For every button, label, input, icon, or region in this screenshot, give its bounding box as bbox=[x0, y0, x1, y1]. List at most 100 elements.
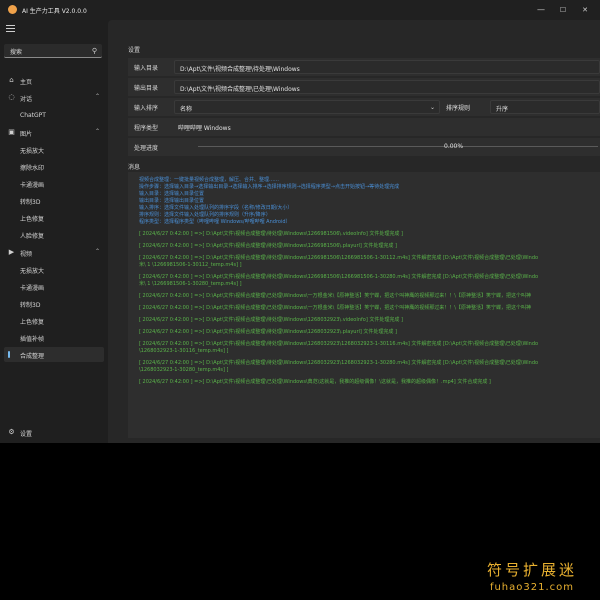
sidebar-item-label: 上色修复 bbox=[20, 216, 45, 223]
sidebar-item-4[interactable]: 无损放大 bbox=[4, 142, 104, 157]
home-icon: ⌂ bbox=[9, 76, 14, 84]
title-bar: AI 生产力工具 V2.0.0.0 — ☐ ✕ bbox=[0, 0, 600, 20]
watermark: 符号扩展迷 fuhao321.com bbox=[466, 559, 598, 593]
messages-section-title: 消息 bbox=[128, 164, 141, 171]
sidebar-item-8[interactable]: 上色修复 bbox=[4, 210, 104, 225]
input-dir-value: D:\Apt\文件\视频合成整理\待处理\Windows bbox=[180, 66, 300, 73]
sidebar-item-6[interactable]: 卡通漫画 bbox=[4, 176, 104, 191]
sidebar-item-1[interactable]: ◌ 对话 ⌃ bbox=[4, 90, 104, 105]
log-line: [ 2024/6/27 0:42:00 ] =>[ D:\Apt\文件\视频合成… bbox=[139, 360, 539, 366]
sidebar-item-3[interactable]: ▣ 图片 ⌃ bbox=[4, 125, 104, 140]
program-type-row: 程序类型 哔哩哔哩 Windows bbox=[128, 118, 600, 136]
sidebar-item-13[interactable]: 转制3D bbox=[4, 296, 104, 311]
sidebar-item-label: 无损放大 bbox=[20, 148, 45, 155]
sidebar-item-label: 图片 bbox=[20, 131, 33, 138]
log-line: [ 2024/6/27 0:42:00 ] =>[ D:\Apt\文件\视频合成… bbox=[139, 379, 491, 385]
input-dir-field[interactable]: D:\Apt\文件\视频合成整理\待处理\Windows bbox=[174, 60, 600, 74]
log-line: 米\ 1 \1266981506-1-30112_temp.m4s] ] bbox=[139, 262, 242, 268]
sidebar-item-settings[interactable]: ⚙ 设置 bbox=[4, 425, 104, 440]
output-dir-row: 输出目录 D:\Apt\文件\视频合成整理\已处理\Windows bbox=[128, 78, 600, 96]
sidebar-item-5[interactable]: 擦除水印 bbox=[4, 159, 104, 174]
watermark-cn: 符号扩展迷 bbox=[486, 561, 577, 579]
log-line: [ 2024/6/27 0:42:00 ] =>[ D:\Apt\文件\视频合成… bbox=[139, 341, 539, 347]
input-dir-label: 输入目录 bbox=[134, 65, 159, 72]
log-line: 输入目录：选择输入目录位置 bbox=[139, 191, 205, 197]
log-line: [ 2024/6/27 0:42:00 ] =>[ D:\Apt\文件\视频合成… bbox=[139, 274, 539, 280]
sidebar-item-14[interactable]: 上色修复 bbox=[4, 313, 104, 328]
log-line: \1268032923-1-30116_temp.m4s] ] bbox=[139, 348, 229, 354]
log-line: [ 2024/6/27 0:42:00 ] =>[ D:\Apt\文件\视频合成… bbox=[139, 255, 539, 261]
sidebar-item-label: 转制3D bbox=[20, 199, 41, 206]
chevron-up-icon[interactable]: ⌃ bbox=[95, 248, 100, 255]
chat-icon: ◌ bbox=[8, 93, 15, 101]
input-dir-row: 输入目录 D:\Apt\文件\视频合成整理\待处理\Windows bbox=[128, 58, 600, 76]
sidebar-item-label: 擦除水印 bbox=[20, 165, 45, 172]
program-type-label: 程序类型 bbox=[134, 125, 159, 132]
sidebar-item-label: ChatGPT bbox=[20, 112, 46, 119]
sidebar-item-label: 主页 bbox=[20, 79, 33, 86]
sidebar-item-label: 对话 bbox=[20, 96, 33, 103]
sidebar-item-label: 设置 bbox=[20, 431, 33, 438]
sidebar-item-label: 插值补帧 bbox=[20, 336, 45, 343]
sidebar-item-16[interactable]: 合成整理 bbox=[4, 347, 104, 362]
sidebar: 搜索 ⚲ ⌂ 主页 ◌ 对话 ⌃ ChatGPT ▣ 图片 ⌃ 无损放大 擦除水印 卡通漫画 转制3D 上… bbox=[0, 20, 108, 443]
sidebar-item-label: 卡通漫画 bbox=[20, 182, 45, 189]
sidebar-item-label: 无损放大 bbox=[20, 268, 45, 275]
sort-dropdown[interactable]: 名称 ⌄ bbox=[174, 100, 440, 114]
log-line: \1268032923-1-30280_temp.m4s] ] bbox=[139, 367, 229, 373]
log-line: [ 2024/6/27 0:42:00 ] =>[ D:\Apt\文件\视频合成… bbox=[139, 231, 403, 237]
progress-row: 处理进度 0.00% bbox=[128, 138, 600, 156]
output-dir-label: 输出目录 bbox=[134, 85, 159, 92]
sidebar-item-label: 上色修复 bbox=[20, 319, 45, 326]
output-dir-field[interactable]: D:\Apt\文件\视频合成整理\已处理\Windows bbox=[174, 80, 600, 94]
chevron-down-icon: ⌄ bbox=[429, 104, 435, 111]
close-button[interactable]: ✕ bbox=[578, 4, 592, 16]
sidebar-item-15[interactable]: 插值补帧 bbox=[4, 330, 104, 345]
hamburger-menu-icon[interactable] bbox=[6, 25, 15, 33]
sidebar-item-label: 转制3D bbox=[20, 302, 41, 309]
log-line: [ 2024/6/27 0:42:00 ] =>[ D:\Apt\文件\视频合成… bbox=[139, 317, 403, 323]
sidebar-item-11[interactable]: 无损放大 bbox=[4, 262, 104, 277]
minimize-button[interactable]: — bbox=[534, 4, 548, 16]
search-icon[interactable]: ⚲ bbox=[92, 47, 97, 55]
log-line: 视频合成整理：一键批量视频合成整理，解压、合并、整理…… bbox=[139, 177, 280, 183]
sidebar-item-7[interactable]: 转制3D bbox=[4, 193, 104, 208]
program-type-value[interactable]: 哔哩哔哩 Windows bbox=[178, 123, 231, 132]
app-window: AI 生产力工具 V2.0.0.0 — ☐ ✕ 搜索 ⚲ ⌂ 主页 ◌ 对话 ⌃ Chat… bbox=[0, 0, 600, 443]
main-panel: 设置 输入目录 D:\Apt\文件\视频合成整理\待处理\Windows 输出目… bbox=[108, 20, 600, 443]
log-line: 排序规则：选择文件输入处理队列的排序规则（升序/降序） bbox=[139, 212, 271, 218]
progress-text: 0.00% bbox=[444, 143, 464, 150]
sort-rule-value: 升序 bbox=[496, 106, 509, 113]
sort-rule-label: 排序规则 bbox=[446, 105, 471, 112]
settings-section-title: 设置 bbox=[128, 47, 141, 54]
log-line: [ 2024/6/27 0:42:00 ] =>[ D:\Apt\文件\视频合成… bbox=[139, 305, 531, 311]
log-line: [ 2024/6/27 0:42:00 ] =>[ D:\Apt\文件\视频合成… bbox=[139, 243, 397, 249]
sidebar-item-label: 合成整理 bbox=[20, 353, 45, 360]
sidebar-item-12[interactable]: 卡通漫画 bbox=[4, 279, 104, 294]
log-line: 米\ 1 \1266981506-1-30280_temp.m4s] ] bbox=[139, 281, 242, 287]
log-line: 程序类型：选择程序类型（哔哩哔哩 Windows/哔哩哔哩 Android） bbox=[139, 219, 291, 225]
search-input[interactable]: 搜索 bbox=[10, 47, 22, 56]
chevron-up-icon[interactable]: ⌃ bbox=[95, 93, 100, 100]
gear-icon: ⚙ bbox=[8, 428, 15, 436]
progress-bar bbox=[198, 146, 598, 147]
output-dir-value: D:\Apt\文件\视频合成整理\已处理\Windows bbox=[180, 86, 300, 93]
log-line: 输入排序：选择文件输入处理队列的排序字段（名称/修改日期/大小） bbox=[139, 205, 293, 211]
sort-row: 输入排序 名称 ⌄ 排序规则 升序 bbox=[128, 98, 600, 116]
sidebar-item-9[interactable]: 人脸修复 bbox=[4, 227, 104, 242]
sidebar-item-label: 视频 bbox=[20, 251, 33, 258]
sidebar-item-0[interactable]: ⌂ 主页 bbox=[4, 73, 104, 88]
sort-rule-dropdown[interactable]: 升序 bbox=[490, 100, 600, 114]
search-box[interactable]: 搜索 ⚲ bbox=[4, 44, 102, 58]
progress-label: 处理进度 bbox=[134, 145, 159, 152]
sidebar-item-10[interactable]: ▶ 视频 ⌃ bbox=[4, 245, 104, 260]
app-logo-icon bbox=[8, 5, 17, 14]
maximize-button[interactable]: ☐ bbox=[556, 4, 570, 16]
sidebar-item-label: 卡通漫画 bbox=[20, 285, 45, 292]
chevron-up-icon[interactable]: ⌃ bbox=[95, 128, 100, 135]
message-log[interactable]: 视频合成整理：一键批量视频合成整理，解压、合并、整理…… 操作步骤：选择输入目录→… bbox=[128, 172, 600, 438]
sidebar-item-label: 人脸修复 bbox=[20, 233, 45, 240]
log-line: [ 2024/6/27 0:42:00 ] =>[ D:\Apt\文件\视频合成… bbox=[139, 329, 397, 335]
sidebar-item-2[interactable]: ChatGPT bbox=[4, 108, 104, 123]
image-icon: ▣ bbox=[8, 128, 15, 136]
